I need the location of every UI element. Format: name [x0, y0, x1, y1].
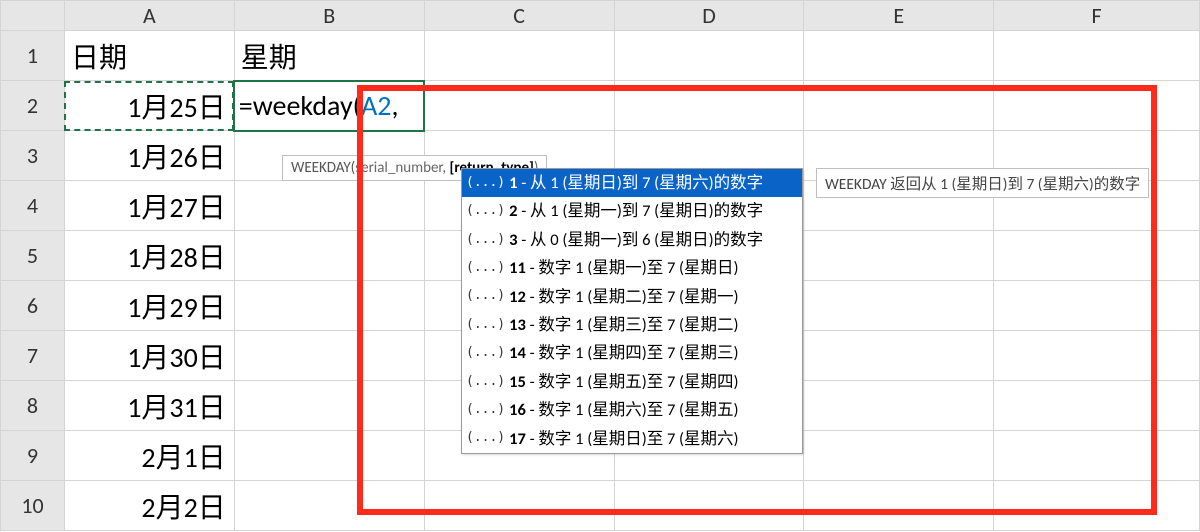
ac-option-3[interactable]: (...)3 - 从 0 (星期一)到 6 (星期日)的数字	[462, 226, 802, 254]
sig-fn-name: WEEKDAY(	[291, 159, 355, 177]
ac-option-12[interactable]: (...)12 - 数字 1 (星期二)至 7 (星期一)	[462, 283, 802, 311]
ac-option-14[interactable]: (...)14 - 数字 1 (星期四)至 7 (星期三)	[462, 339, 802, 367]
cell-F7[interactable]	[994, 331, 1200, 381]
sig-arg1: serial_number,	[355, 159, 449, 177]
cell-B7[interactable]	[234, 331, 424, 381]
col-header-D[interactable]: D	[614, 1, 804, 31]
col-header-B[interactable]: B	[234, 1, 424, 31]
ac-option-label: 17 - 数字 1 (星期日)至 7 (星期六)	[509, 426, 738, 452]
constant-icon: (...)	[466, 343, 505, 364]
constant-icon: (...)	[466, 428, 505, 449]
constant-icon: (...)	[466, 400, 505, 421]
cell-E5[interactable]	[804, 231, 994, 281]
ac-option-17[interactable]: (...)17 - 数字 1 (星期日)至 7 (星期六)	[462, 425, 802, 453]
cell-A4[interactable]: 1月27日	[64, 181, 234, 231]
ac-option-label: 15 - 数字 1 (星期五)至 7 (星期四)	[509, 369, 738, 395]
cell-E8[interactable]	[804, 381, 994, 431]
cell-F10[interactable]	[994, 481, 1200, 531]
cell-A7[interactable]: 1月30日	[64, 331, 234, 381]
row-header-7[interactable]: 7	[1, 331, 65, 381]
cell-B2-editing[interactable]: =weekday(A2,	[234, 81, 424, 131]
cell-D10[interactable]	[614, 481, 804, 531]
cell-A9[interactable]: 2月1日	[64, 431, 234, 481]
cell-C2[interactable]	[424, 81, 614, 131]
cell-F8[interactable]	[994, 381, 1200, 431]
cell-A1[interactable]: 日期	[64, 31, 234, 81]
cell-A6[interactable]: 1月29日	[64, 281, 234, 331]
ac-option-15[interactable]: (...)15 - 数字 1 (星期五)至 7 (星期四)	[462, 368, 802, 396]
constant-icon: (...)	[466, 258, 505, 279]
cell-E9[interactable]	[804, 431, 994, 481]
row-header-1[interactable]: 1	[1, 31, 65, 81]
constant-icon: (...)	[466, 173, 505, 194]
ac-option-label: 12 - 数字 1 (星期二)至 7 (星期一)	[509, 284, 738, 310]
spreadsheet: A B C D E F 1 日期 星期 2 1月25日 =weekday(A2,	[0, 0, 1200, 532]
row-header-10[interactable]: 10	[1, 481, 65, 531]
select-all-corner[interactable]	[1, 1, 65, 31]
cell-E1[interactable]	[804, 31, 994, 81]
cell-B1[interactable]: 星期	[234, 31, 424, 81]
ac-option-label: 16 - 数字 1 (星期六)至 7 (星期五)	[509, 397, 738, 423]
cell-A10[interactable]: 2月2日	[64, 481, 234, 531]
constant-icon: (...)	[466, 315, 505, 336]
row-header-8[interactable]: 8	[1, 381, 65, 431]
cell-F2[interactable]	[994, 81, 1200, 131]
ac-option-label: 1 - 从 1 (星期日)到 7 (星期六)的数字	[509, 170, 763, 196]
ac-option-16[interactable]: (...)16 - 数字 1 (星期六)至 7 (星期五)	[462, 396, 802, 424]
cell-E10[interactable]	[804, 481, 994, 531]
argument-autocomplete-dropdown[interactable]: (...)1 - 从 1 (星期日)到 7 (星期六)的数字(...)2 - 从…	[461, 168, 803, 454]
cell-F1[interactable]	[994, 31, 1200, 81]
ac-option-11[interactable]: (...)11 - 数字 1 (星期一)至 7 (星期日)	[462, 254, 802, 282]
cell-B10[interactable]	[234, 481, 424, 531]
col-header-E[interactable]: E	[804, 1, 994, 31]
cell-F6[interactable]	[994, 281, 1200, 331]
row-header-6[interactable]: 6	[1, 281, 65, 331]
row-header-3[interactable]: 3	[1, 131, 65, 181]
cell-E6[interactable]	[804, 281, 994, 331]
constant-icon: (...)	[466, 372, 505, 393]
ac-option-1[interactable]: (...)1 - 从 1 (星期日)到 7 (星期六)的数字	[462, 169, 802, 197]
ac-option-label: 2 - 从 1 (星期一)到 7 (星期日)的数字	[509, 198, 763, 224]
cell-F5[interactable]	[994, 231, 1200, 281]
ac-option-label: 11 - 数字 1 (星期一)至 7 (星期日)	[509, 255, 738, 281]
cell-A8[interactable]: 1月31日	[64, 381, 234, 431]
col-header-C[interactable]: C	[424, 1, 614, 31]
cell-B9[interactable]	[234, 431, 424, 481]
ac-option-label: 3 - 从 0 (星期一)到 6 (星期日)的数字	[509, 227, 763, 253]
ac-option-13[interactable]: (...)13 - 数字 1 (星期三)至 7 (星期二)	[462, 311, 802, 339]
row-header-5[interactable]: 5	[1, 231, 65, 281]
cell-B4[interactable]	[234, 181, 424, 231]
function-description-tooltip: WEEKDAY 返回从 1 (星期日)到 7 (星期六)的数字	[816, 168, 1149, 198]
ac-option-label: 13 - 数字 1 (星期三)至 7 (星期二)	[509, 312, 738, 338]
cell-B5[interactable]	[234, 231, 424, 281]
row-header-2[interactable]: 2	[1, 81, 65, 131]
cell-E7[interactable]	[804, 331, 994, 381]
formula-text: =weekday(A2,	[239, 88, 399, 123]
col-header-F[interactable]: F	[994, 1, 1200, 31]
ac-option-2[interactable]: (...)2 - 从 1 (星期一)到 7 (星期日)的数字	[462, 197, 802, 225]
cell-A5[interactable]: 1月28日	[64, 231, 234, 281]
cell-E2[interactable]	[804, 81, 994, 131]
cell-C10[interactable]	[424, 481, 614, 531]
ac-option-label: 14 - 数字 1 (星期四)至 7 (星期三)	[509, 340, 738, 366]
constant-icon: (...)	[466, 230, 505, 251]
constant-icon: (...)	[466, 201, 505, 222]
cell-F9[interactable]	[994, 431, 1200, 481]
cell-A3[interactable]: 1月26日	[64, 131, 234, 181]
row-header-4[interactable]: 4	[1, 181, 65, 231]
cell-B6[interactable]	[234, 281, 424, 331]
cell-B8[interactable]	[234, 381, 424, 431]
cell-C1[interactable]	[424, 31, 614, 81]
cell-D2[interactable]	[614, 81, 804, 131]
row-header-9[interactable]: 9	[1, 431, 65, 481]
cell-A2[interactable]: 1月25日	[64, 81, 234, 131]
col-header-A[interactable]: A	[64, 1, 234, 31]
constant-icon: (...)	[466, 286, 505, 307]
cell-D1[interactable]	[614, 31, 804, 81]
